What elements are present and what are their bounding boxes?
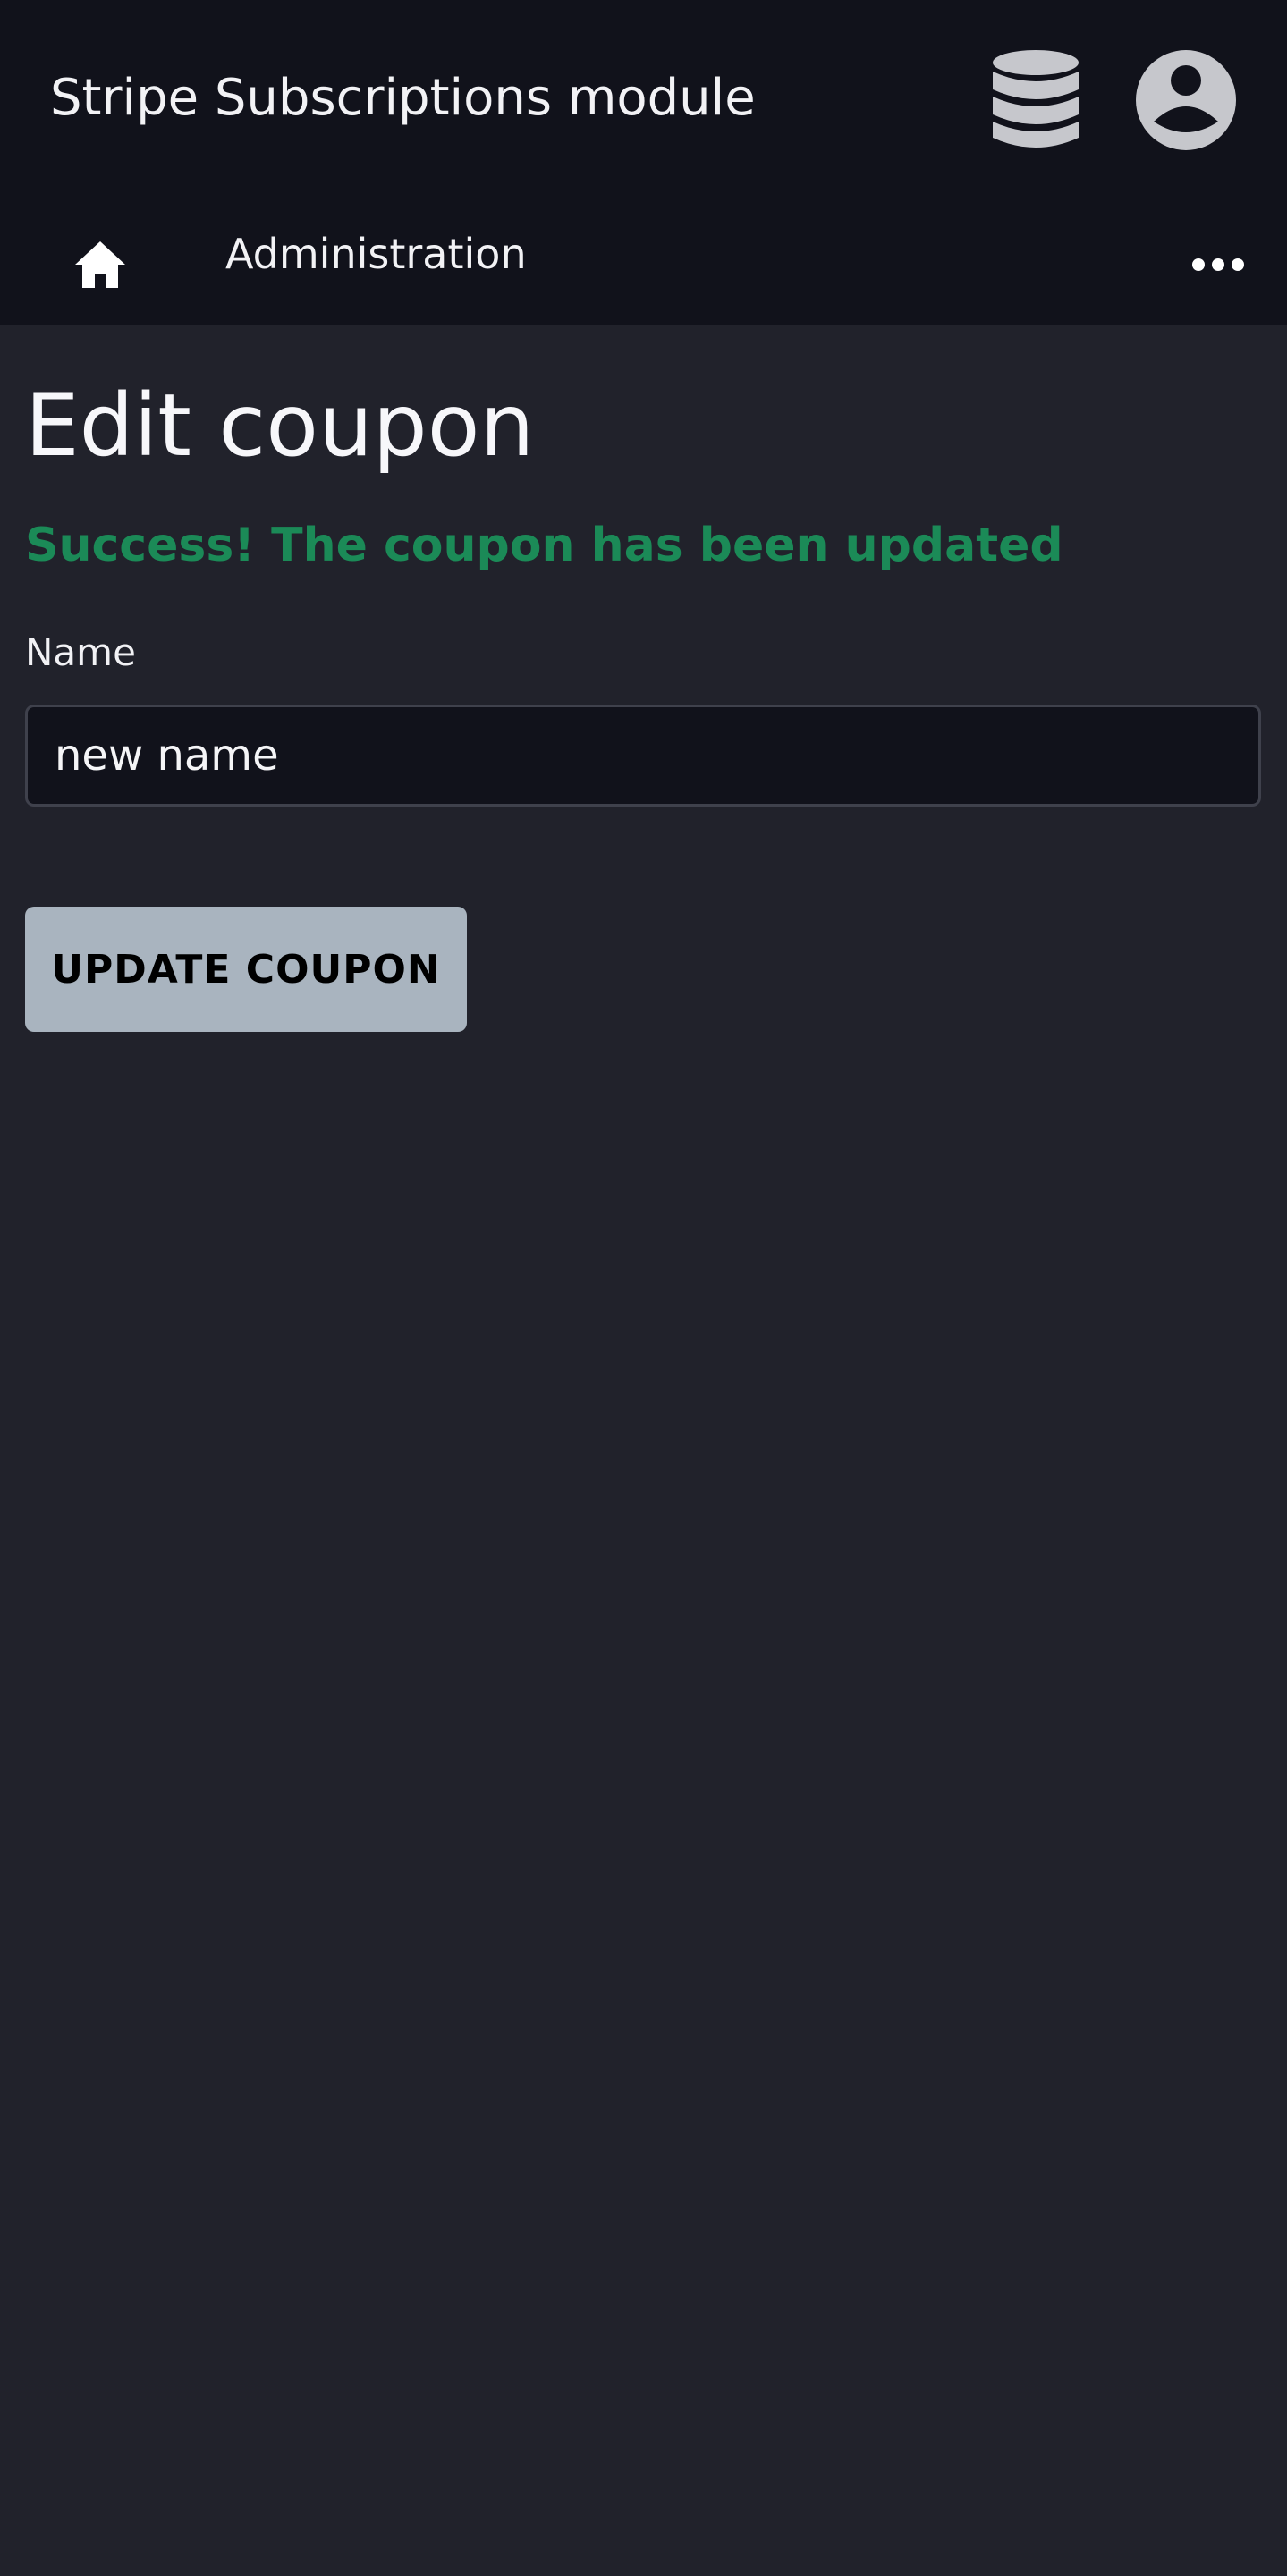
update-coupon-button[interactable]: UPDATE COUPON [25, 907, 467, 1032]
app-header: Stripe Subscriptions module [0, 0, 1287, 200]
success-message: Success! The coupon has been updated [25, 519, 1063, 572]
nav-administration[interactable]: Administration [225, 227, 527, 281]
app-title[interactable]: Stripe Subscriptions module [50, 66, 756, 131]
name-input[interactable] [25, 705, 1261, 807]
home-icon[interactable] [72, 236, 129, 293]
name-label: Name [25, 630, 136, 674]
main-nav: Administration [0, 200, 1287, 325]
database-icon[interactable] [991, 48, 1080, 152]
page-title: Edit coupon [25, 376, 535, 476]
ellipsis-icon[interactable] [1190, 243, 1247, 286]
user-account-icon[interactable] [1136, 50, 1236, 150]
